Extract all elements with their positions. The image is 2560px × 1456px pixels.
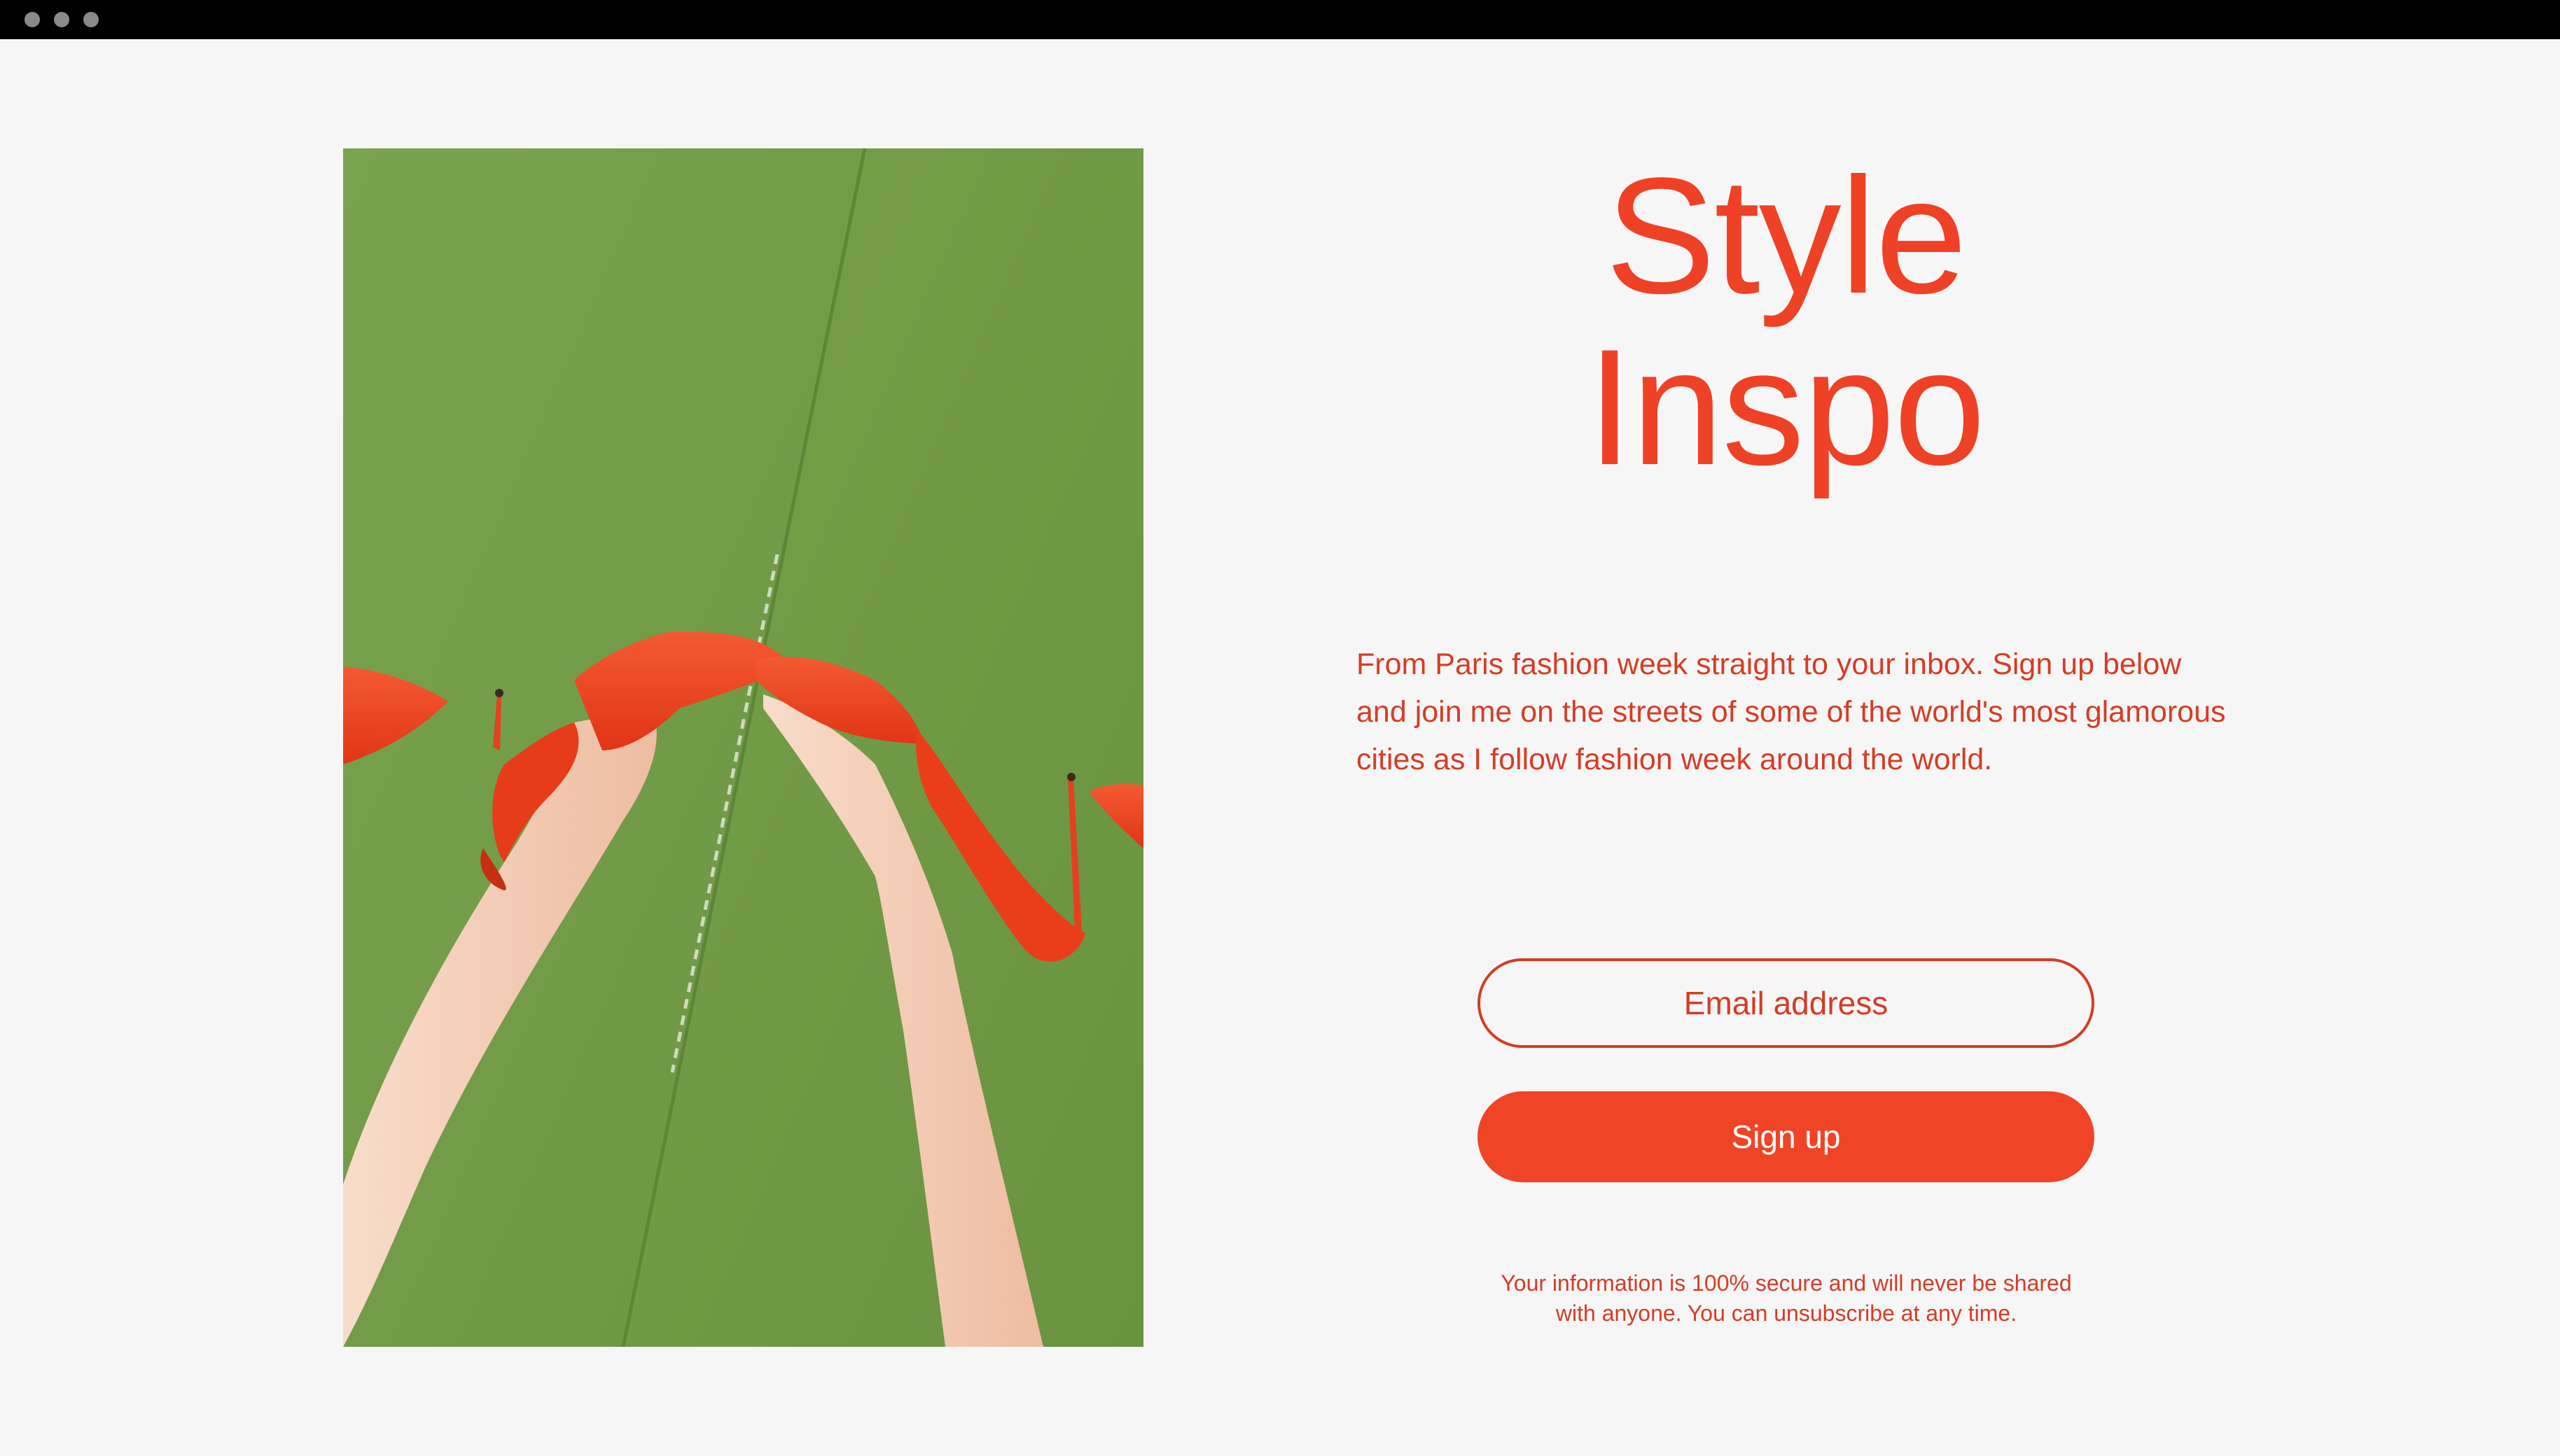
window-close-dot[interactable] bbox=[25, 12, 40, 27]
email-field[interactable] bbox=[1477, 958, 2094, 1048]
disclaimer-line-1: Your information is 100% secure and will… bbox=[1501, 1270, 2072, 1296]
intro-text: From Paris fashion week straight to your… bbox=[1356, 648, 2226, 776]
disclaimer-line-2: with anyone. You can unsubscribe at any … bbox=[1555, 1301, 2017, 1326]
title-line-2: Inspo bbox=[1587, 315, 1985, 500]
window-maximize-dot[interactable] bbox=[83, 12, 99, 27]
page-title: Style Inspo bbox=[1351, 150, 2220, 493]
title-line-1: Style bbox=[1605, 144, 1968, 328]
sign-up-button[interactable]: Sign up bbox=[1477, 1091, 2094, 1182]
privacy-disclaimer: Your information is 100% secure and will… bbox=[1456, 1268, 2116, 1329]
hero-image bbox=[343, 148, 1143, 1347]
window-titlebar bbox=[0, 0, 2560, 39]
window-minimize-dot[interactable] bbox=[54, 12, 69, 27]
